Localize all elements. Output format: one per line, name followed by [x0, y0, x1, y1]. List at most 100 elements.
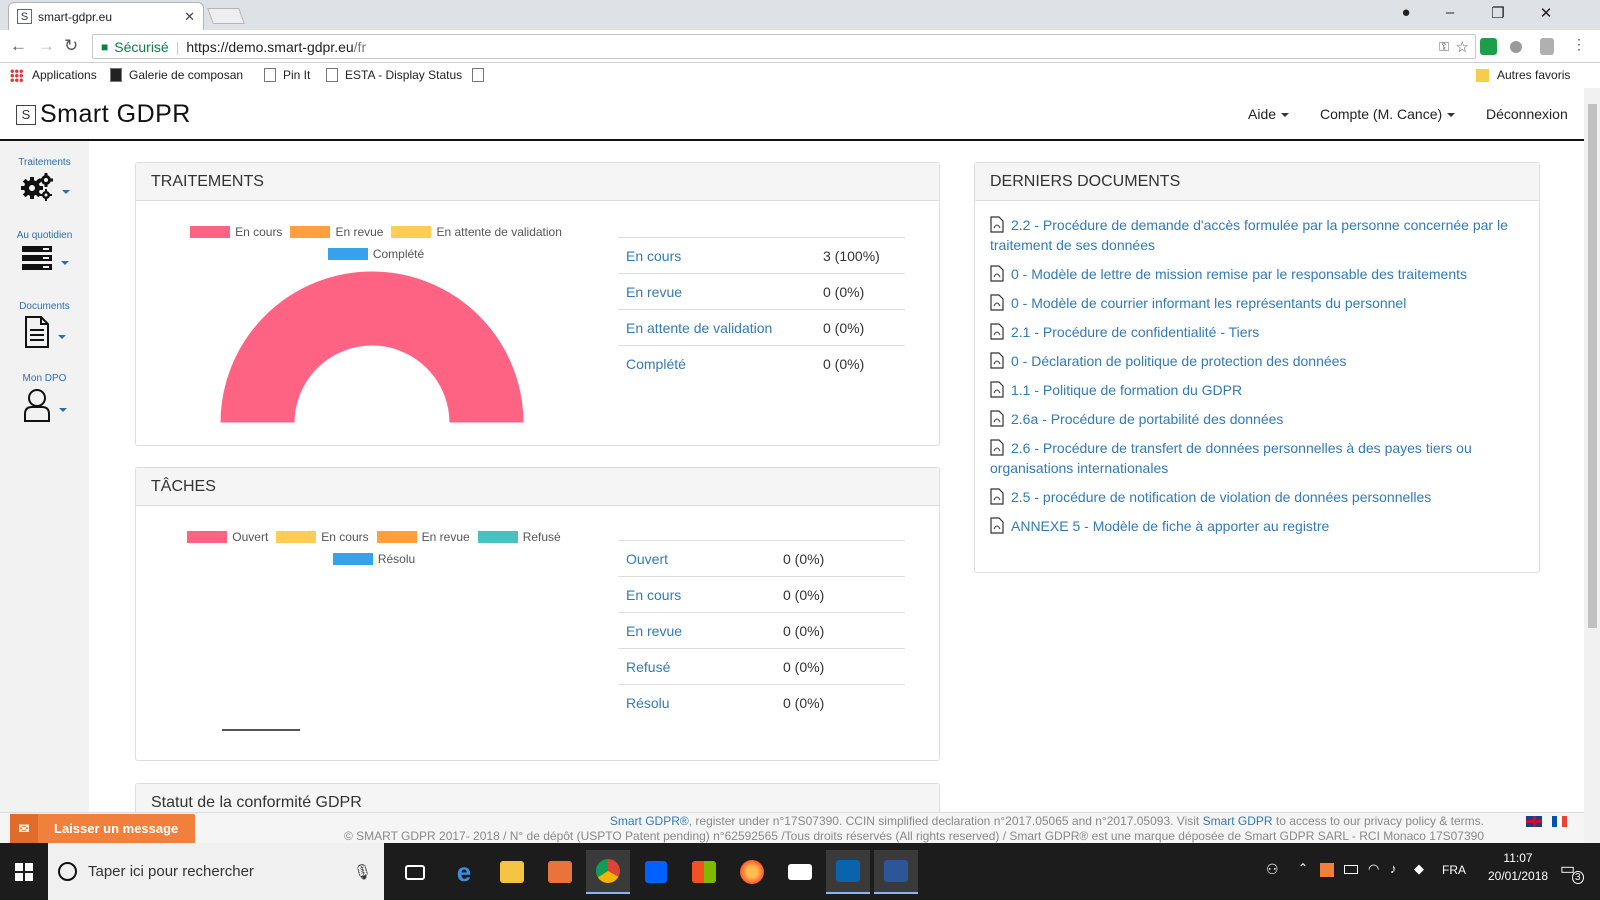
chart-legend: Ouvert En cours En revue Refusé Résolu: [174, 530, 574, 574]
legend-item[interactable]: En cours: [276, 530, 369, 544]
document-link[interactable]: 0 - Modèle de courrier informant les rep…: [990, 293, 1525, 313]
legend-item[interactable]: En revue: [376, 530, 470, 544]
language-indicator[interactable]: FRA: [1442, 863, 1466, 877]
minimize-icon[interactable]: –: [1430, 4, 1470, 21]
legend-item[interactable]: En cours: [190, 225, 282, 239]
firefox-icon[interactable]: [730, 850, 774, 894]
french-flag-icon[interactable]: [1552, 816, 1567, 827]
volume-icon[interactable]: ♪: [1390, 861, 1397, 876]
key-icon[interactable]: ⚿: [1439, 39, 1449, 55]
word-icon[interactable]: [874, 850, 918, 894]
legend-item[interactable]: Résolu: [332, 552, 415, 566]
sidebar-item-documents[interactable]: Documents: [0, 301, 89, 348]
back-icon[interactable]: ←: [10, 36, 27, 56]
bookmark-star-icon[interactable]: ☆: [1456, 38, 1469, 56]
english-flag-icon[interactable]: [1526, 816, 1542, 827]
restore-icon[interactable]: ❐: [1478, 4, 1518, 22]
app-tray-icon[interactable]: [1320, 863, 1334, 877]
people-icon[interactable]: ⚇: [1266, 861, 1279, 878]
stat-label[interactable]: En revue: [626, 623, 682, 639]
file-explorer-icon[interactable]: [490, 850, 534, 894]
reload-icon[interactable]: ↻: [64, 36, 78, 56]
document-link[interactable]: 0 - Déclaration de politique de protecti…: [990, 351, 1525, 371]
legend-item[interactable]: En attente de validation: [391, 225, 562, 239]
legend-item[interactable]: Refusé: [477, 530, 561, 544]
windows-start-button[interactable]: [0, 843, 48, 900]
document-link[interactable]: 2.6a - Procédure de portabilité des donn…: [990, 409, 1525, 429]
bookmark-pinit[interactable]: Pin It: [264, 68, 310, 82]
shield-extension-icon[interactable]: [1540, 38, 1554, 55]
new-tab-button[interactable]: [207, 8, 245, 24]
microphone-icon[interactable]: 🎙: [353, 863, 372, 881]
bookmark-galerie[interactable]: Galerie de composan: [110, 68, 243, 82]
panel-title: TRAITEMENTS: [136, 163, 939, 201]
clock-date[interactable]: 20/01/2018: [1488, 869, 1548, 883]
bookmark-other[interactable]: Autres favoris: [1476, 68, 1570, 82]
legend-item[interactable]: En revue: [290, 225, 383, 239]
profile-icon[interactable]: ●: [1386, 4, 1426, 21]
stat-label[interactable]: Ouvert: [626, 551, 668, 567]
documents-list: 2.2 - Procédure de demande d'accès formu…: [975, 201, 1539, 536]
bookmark-untitled[interactable]: [472, 68, 491, 82]
legend-item[interactable]: Ouvert: [187, 530, 268, 544]
clock-time[interactable]: 11:07: [1488, 851, 1548, 865]
pdf-icon: [990, 381, 1004, 398]
address-bar[interactable]: ■ Sécurisé | https://demo.smart-gdpr.eu /…: [92, 34, 1476, 59]
account-menu[interactable]: Compte (M. Cance): [1320, 106, 1456, 122]
extension-icon[interactable]: [1480, 38, 1497, 55]
stat-label[interactable]: Complété: [626, 356, 686, 372]
stat-label[interactable]: En cours: [626, 248, 681, 264]
stat-label[interactable]: Refusé: [626, 659, 670, 675]
scrollbar-thumb[interactable]: [1588, 104, 1597, 628]
pdf-icon: [990, 410, 1004, 427]
browser-toolbar: ← → ↻ ■ Sécurisé | https://demo.smart-gd…: [0, 30, 1600, 63]
sidebar-item-traitements[interactable]: Traitements: [0, 157, 89, 202]
logout-link[interactable]: Déconnexion: [1486, 106, 1568, 122]
outlook-icon[interactable]: [826, 850, 870, 894]
logo[interactable]: S Smart GDPR: [16, 100, 191, 129]
stat-label[interactable]: En cours: [626, 587, 681, 603]
leave-message-button[interactable]: ✉ Laisser un message: [10, 814, 195, 843]
chrome-icon[interactable]: [586, 850, 630, 894]
dropbox-tray-icon[interactable]: ◆: [1414, 861, 1424, 877]
footer-brand-link[interactable]: Smart GDPR®: [610, 814, 689, 828]
document-link[interactable]: 2.6 - Procédure de transfert de données …: [990, 438, 1525, 478]
chevron-up-icon[interactable]: ⌃: [1298, 861, 1308, 875]
bookmark-applications[interactable]: Applications: [10, 68, 97, 82]
document-link[interactable]: 1.1 - Politique de formation du GDPR: [990, 380, 1525, 400]
close-tab-icon[interactable]: ✕: [184, 9, 195, 25]
address-separator: |: [175, 38, 180, 55]
battery-icon[interactable]: [1344, 865, 1358, 874]
extension-icon[interactable]: [1510, 41, 1522, 53]
document-link[interactable]: 2.1 - Procédure de confidentialité - Tie…: [990, 322, 1525, 342]
stat-label[interactable]: Résolu: [626, 695, 670, 711]
document-link[interactable]: 2.2 - Procédure de demande d'accès formu…: [990, 215, 1525, 255]
task-view-icon[interactable]: [393, 850, 437, 894]
document-link[interactable]: 0 - Modèle de lettre de mission remise p…: [990, 264, 1525, 284]
doughnut-slice-en-cours[interactable]: [220, 270, 525, 424]
stat-label[interactable]: En attente de validation: [626, 320, 772, 336]
sidebar-item-dpo[interactable]: Mon DPO: [0, 373, 89, 422]
legend-item[interactable]: Complété: [327, 247, 424, 261]
taskbar-search[interactable]: Taper ici pour rechercher 🎙: [48, 843, 384, 900]
media-player-icon[interactable]: [538, 850, 582, 894]
document-link[interactable]: ANNEXE 5 - Modèle de fiche à apporter au…: [990, 516, 1525, 536]
wifi-icon[interactable]: ◠: [1368, 861, 1379, 877]
pdf-icon: [990, 265, 1004, 282]
mail-icon[interactable]: [778, 850, 822, 894]
edge-icon[interactable]: e: [442, 850, 486, 894]
stat-label[interactable]: En revue: [626, 284, 682, 300]
help-menu[interactable]: Aide: [1248, 106, 1290, 122]
footer-privacy-link[interactable]: Smart GDPR: [1203, 814, 1273, 828]
bookmark-esta[interactable]: ESTA - Display Status: [326, 68, 462, 82]
forward-icon[interactable]: →: [38, 36, 55, 56]
pdf-icon: [990, 216, 1004, 233]
dropbox-icon[interactable]: [634, 850, 678, 894]
sidebar-item-quotidien[interactable]: Au quotidien: [0, 230, 89, 271]
menu-icon[interactable]: ⋮: [1572, 36, 1586, 53]
browser-tab[interactable]: S smart-gdpr.eu ✕: [8, 2, 204, 30]
document-link[interactable]: 2.5 - procédure de notification de viola…: [990, 487, 1525, 507]
close-window-icon[interactable]: ✕: [1526, 4, 1566, 22]
store-icon[interactable]: [682, 850, 726, 894]
page-scrollbar[interactable]: [1584, 88, 1600, 843]
